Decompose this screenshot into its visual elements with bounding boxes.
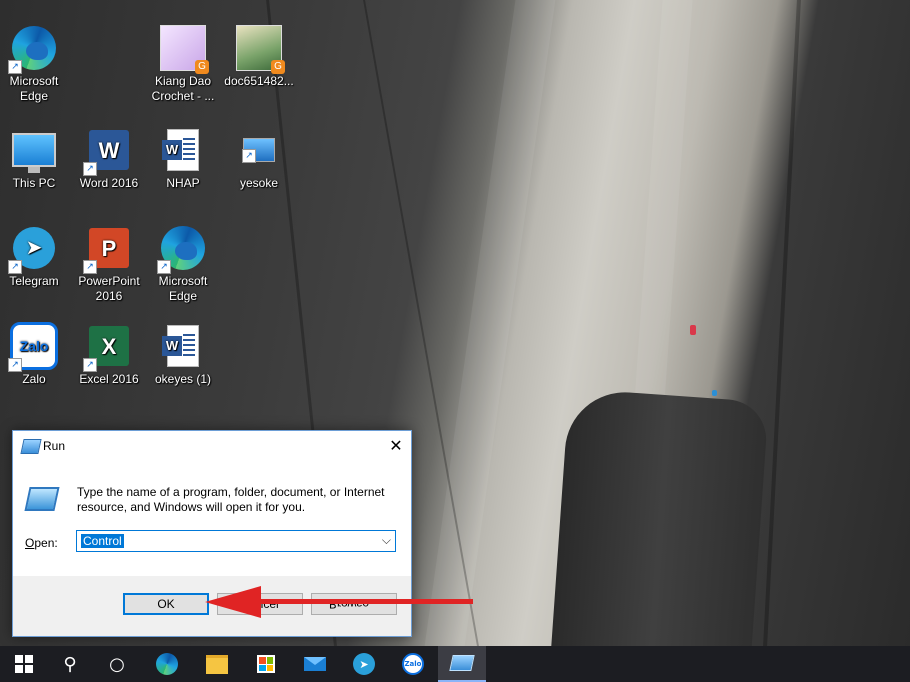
telegram-plane: ➤ [25, 236, 43, 259]
browse-button[interactable]: Browse... [311, 593, 397, 615]
badge-icon: G [195, 60, 209, 74]
open-input-value[interactable]: Control [81, 534, 124, 548]
icon-label: yesoke [239, 176, 279, 190]
icon-label: Edge [19, 89, 49, 103]
icon-label: This PC [12, 176, 56, 190]
shortcut-arrow-icon: ↗ [83, 358, 97, 372]
icon-label: Word 2016 [79, 176, 139, 190]
shortcut-arrow-icon: ↗ [157, 260, 171, 274]
image-thumbnail-icon: G [236, 25, 285, 74]
dialog-title: Run [43, 439, 66, 453]
word-document-icon: W [162, 129, 199, 171]
telegram-icon: ➤ [353, 653, 375, 675]
icon-label: Microsoft [9, 74, 59, 88]
powerpoint-letter: P [101, 235, 117, 261]
shortcut-arrow-icon: ↗ [8, 358, 22, 372]
taskbar-file-explorer[interactable] [193, 646, 241, 682]
taskbar-edge[interactable] [143, 646, 191, 682]
badge-icon: G [271, 60, 285, 74]
run-description: Type the name of a program, folder, docu… [77, 485, 385, 514]
search-icon: ⚲ [63, 653, 77, 675]
icon-label: Zalo [22, 372, 46, 386]
image-thumbnail-icon: G [160, 25, 209, 74]
desktop-icon-zalo[interactable]: Zalo ↗ Zalo [0, 322, 71, 387]
icon-label: okeyes (1) [154, 372, 212, 386]
shortcut-arrow-icon: ↗ [8, 260, 22, 274]
desktop-icon-okeyes[interactable]: W okeyes (1) [146, 322, 220, 387]
open-label: Open: [25, 536, 58, 550]
desktop-icon-this-pc[interactable]: This PC [0, 126, 71, 191]
desktop-icon-yesoke[interactable]: ↗ yesoke [222, 126, 296, 191]
start-button[interactable] [0, 646, 48, 682]
icon-label: Telegram [9, 274, 59, 288]
windows-logo-icon [15, 655, 33, 673]
chevron-down-icon[interactable]: ⌵ [382, 533, 391, 548]
word-letter: W [162, 140, 182, 160]
task-view-button[interactable]: ○ [93, 646, 141, 682]
desktop-icon-telegram[interactable]: ➤ ↗ Telegram [0, 224, 71, 289]
computer-icon [12, 133, 56, 173]
open-combobox[interactable]: Control ⌵ [76, 530, 396, 552]
mail-icon [304, 657, 326, 671]
taskbar-zalo[interactable]: Zalo [389, 646, 437, 682]
run-titlebar[interactable]: Run ✕ [13, 431, 411, 461]
wallpaper-streak [424, 0, 556, 646]
run-icon [20, 439, 42, 454]
icon-label: NHAP [166, 176, 200, 190]
desktop-icon-microsoft-edge-2[interactable]: ↗ Microsoft Edge [146, 224, 220, 304]
desktop-icon-nhap[interactable]: W NHAP [146, 126, 220, 191]
task-view-icon: ○ [109, 653, 125, 675]
shortcut-arrow-icon: ↗ [8, 60, 22, 74]
close-button[interactable]: ✕ [381, 431, 411, 461]
icon-label: PowerPoint [78, 274, 140, 288]
icon-label: Microsoft [158, 274, 208, 288]
wallpaper-rock [551, 388, 769, 646]
zalo-icon: Zalo [402, 653, 424, 675]
taskbar-telegram[interactable]: ➤ [340, 646, 388, 682]
icon-label: 2016 [95, 289, 123, 303]
word-document-icon: W [162, 325, 199, 367]
climber-figure [690, 325, 696, 335]
wallpaper-crack [763, 0, 801, 646]
desktop-icon-excel-2016[interactable]: X ↗ Excel 2016 [72, 322, 146, 387]
icon-label: doc651482... [224, 74, 294, 88]
desktop-icon-doc651482[interactable]: G doc651482... [222, 24, 296, 89]
desktop-icon-word-2016[interactable]: W ↗ Word 2016 [72, 126, 146, 191]
edge-icon [156, 653, 178, 675]
desktop-icon-powerpoint-2016[interactable]: P ↗ PowerPoint 2016 [72, 224, 146, 304]
telegram-plane: ➤ [359, 657, 369, 671]
zalo-wordmark: Zalo [19, 337, 49, 354]
icon-label: Crochet - ... [151, 89, 215, 103]
word-letter: W [98, 137, 120, 163]
shortcut-icon: ↗ [242, 138, 275, 163]
shortcut-arrow-icon: ↗ [83, 162, 97, 176]
taskbar-mail[interactable] [291, 646, 339, 682]
icon-label: Edge [168, 289, 198, 303]
ok-button[interactable]: OK [123, 593, 209, 615]
climber-figure [712, 390, 717, 396]
search-button[interactable]: ⚲ [46, 646, 94, 682]
taskbar-run[interactable] [438, 646, 486, 682]
taskbar: ⚲ ○ ➤ Zalo [0, 646, 910, 682]
shortcut-arrow-icon: ↗ [242, 149, 256, 163]
excel-letter: X [101, 333, 117, 359]
red-arrow-shaft [255, 599, 473, 604]
run-icon [24, 487, 60, 511]
desktop-icon-microsoft-edge[interactable]: ↗ Microsoft Edge [0, 24, 71, 104]
open-label-text: pen: [34, 536, 58, 550]
icon-label: Kiang Dao [154, 74, 212, 88]
word-letter: W [162, 336, 182, 356]
red-arrow-head [205, 586, 261, 618]
taskbar-store[interactable] [242, 646, 290, 682]
run-icon [449, 655, 475, 671]
store-icon [257, 655, 275, 673]
folder-icon [206, 654, 228, 674]
icon-label: Excel 2016 [79, 372, 139, 386]
shortcut-arrow-icon: ↗ [83, 260, 97, 274]
desktop-icon-kiang-dao-crochet[interactable]: G Kiang Dao Crochet - ... [146, 24, 220, 104]
browse-label: Browse... [328, 597, 379, 611]
open-label-accesskey: O [25, 536, 35, 550]
zalo-wordmark: Zalo [404, 660, 422, 668]
